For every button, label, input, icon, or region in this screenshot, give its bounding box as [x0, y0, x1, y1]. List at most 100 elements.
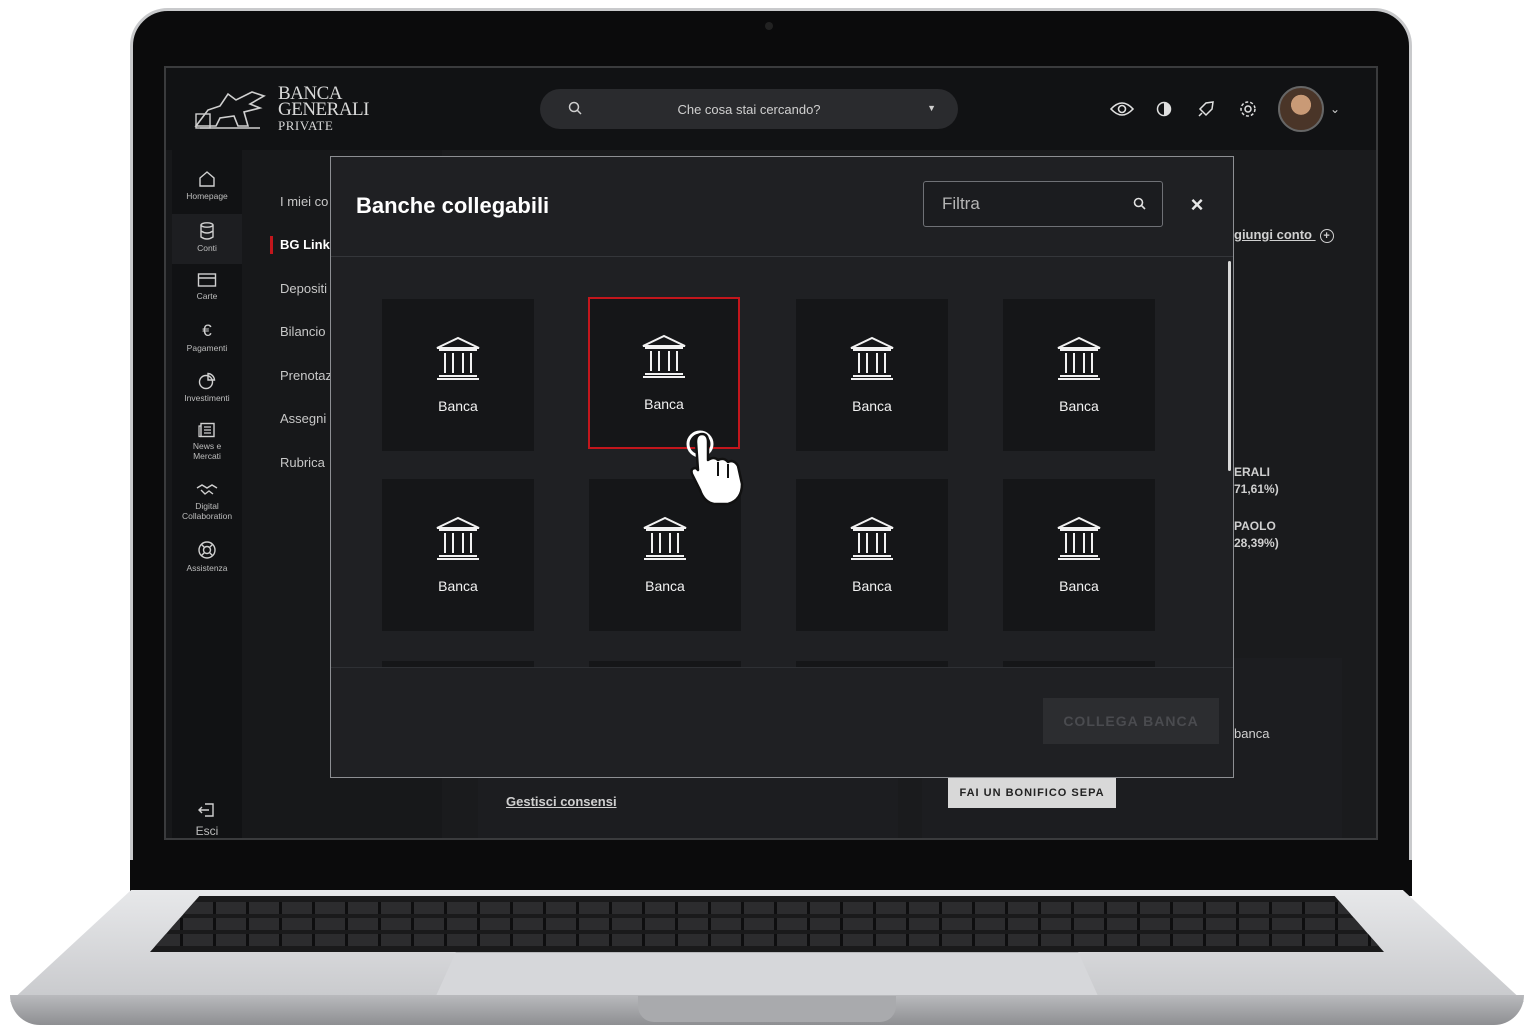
search-icon — [1133, 197, 1146, 210]
add-account-link[interactable]: giungi conto + — [1234, 227, 1334, 243]
legend-value: 28,39%) — [1234, 536, 1279, 550]
logo[interactable]: BANCA GENERALI PRIVATE — [190, 84, 369, 134]
sidebar-item-label: Conti — [197, 243, 217, 253]
handshake-icon — [196, 484, 218, 495]
sepa-transfer-button[interactable]: FAI UN BONIFICO SEPA — [948, 778, 1116, 808]
sidebar-item-conti[interactable]: Conti — [172, 214, 242, 264]
logout-icon — [198, 803, 214, 817]
sidebar-item-news[interactable]: News e Mercati — [172, 422, 242, 472]
logout-button[interactable]: Esci — [172, 802, 242, 838]
legend-label: ERALI — [1234, 465, 1270, 479]
connect-bank-button[interactable]: COLLEGA BANCA — [1043, 698, 1219, 744]
gear-icon[interactable] — [1236, 97, 1260, 121]
dropdown-caret-icon[interactable]: ▼ — [927, 103, 936, 113]
filter-input[interactable] — [924, 182, 1124, 226]
sidebar-item-homepage[interactable]: Homepage — [172, 170, 242, 214]
bank-tile[interactable]: Banca — [796, 479, 948, 631]
search-placeholder: Che cosa stai cercando? — [677, 101, 821, 117]
eye-icon[interactable] — [1109, 97, 1134, 121]
logo-line-2: GENERALI — [278, 99, 369, 120]
submenu-item-prenotazioni[interactable]: Prenotaz — [280, 368, 332, 383]
logout-label: Esci — [195, 824, 219, 838]
keyboard — [150, 896, 1384, 952]
bank-icon — [1057, 336, 1101, 380]
bank-icon — [643, 516, 687, 560]
key-row — [150, 902, 1384, 914]
submenu-item-bg-link[interactable]: BG Link — [280, 237, 330, 252]
bank-icon — [1057, 516, 1101, 560]
contrast-icon[interactable] — [1152, 97, 1176, 121]
submenu-item-depositi[interactable]: Depositi — [280, 281, 327, 296]
logo-line-3: PRIVATE — [278, 118, 334, 133]
sidebar-item-label: Assistenza — [186, 563, 228, 573]
sidebar-item-carte[interactable]: Carte — [172, 272, 242, 316]
bank-icon — [850, 336, 894, 380]
modal-title: Banche collegabili — [356, 193, 550, 218]
side-text: banca — [1234, 726, 1270, 741]
camera — [765, 22, 773, 30]
news-icon — [198, 422, 215, 438]
modal-header: Banche collegabili × — [331, 157, 1233, 257]
bank-label: Banca — [438, 398, 478, 414]
header-actions: ⌄ — [1109, 86, 1340, 132]
submenu-item-rubrica[interactable]: Rubrica — [280, 455, 325, 470]
add-account-label: giungi conto — [1234, 227, 1312, 242]
lifebuoy-icon — [198, 541, 216, 559]
bank-tile[interactable]: Banca — [382, 479, 534, 631]
close-icon[interactable]: × — [1187, 194, 1207, 216]
submenu-item-bilancio[interactable]: Bilancio — [280, 324, 326, 339]
lid-notch — [638, 996, 896, 1022]
hand-cursor-icon — [686, 430, 744, 506]
sidebar-item-digital-collaboration[interactable]: Digital Collaboration — [172, 482, 242, 532]
key-row — [150, 918, 1384, 930]
global-search[interactable]: Che cosa stai cercando? ▼ — [540, 89, 958, 129]
bank-label: Banca — [1059, 398, 1099, 414]
card-icon — [197, 273, 217, 287]
lion-logo-icon — [194, 91, 266, 129]
bank-label: Banca — [1059, 578, 1099, 594]
trackpad — [436, 952, 1098, 996]
pie-chart-icon — [198, 372, 216, 390]
bank-tile[interactable]: Banca — [1003, 479, 1155, 631]
logo-text: BANCA GENERALI PRIVATE — [278, 84, 369, 134]
sidebar-item-assistenza[interactable]: Assistenza — [172, 540, 242, 584]
laptop-mockup: BANCA GENERALI PRIVATE Che cosa stai cer… — [0, 0, 1534, 1025]
bank-label: Banca — [644, 396, 684, 412]
bank-label: Banca — [438, 578, 478, 594]
bank-grid: Banca Banca Banca Banca Banca Banca Banc… — [331, 257, 1233, 667]
bank-label: Banca — [852, 398, 892, 414]
manage-consents-link[interactable]: Gestisci consensi — [506, 794, 617, 809]
rocket-icon[interactable] — [1194, 97, 1218, 121]
legend-label: PAOLO — [1234, 519, 1276, 533]
chevron-down-icon[interactable]: ⌄ — [1330, 102, 1340, 116]
legend-value: 71,61%) — [1234, 482, 1279, 496]
sidebar-rail: Homepage Conti Carte € Pagamenti Investi… — [172, 150, 242, 838]
sidebar-item-label: Homepage — [186, 191, 228, 201]
bank-tile[interactable]: Banca — [796, 299, 948, 451]
bank-icon — [436, 516, 480, 560]
bank-icon — [642, 334, 686, 378]
submenu-item-assegni[interactable]: Assegni — [280, 411, 326, 426]
sidebar-item-pagamenti[interactable]: € Pagamenti — [172, 322, 242, 366]
scrollbar[interactable] — [1228, 261, 1231, 471]
sidebar-item-label: Carte — [196, 291, 218, 301]
avatar[interactable] — [1277, 86, 1324, 132]
modal-footer: COLLEGA BANCA — [331, 667, 1233, 777]
legend-item: PAOLO 28,39%) — [1234, 518, 1279, 552]
sidebar-item-label: Digital Collaboration — [181, 501, 233, 521]
database-icon — [200, 222, 214, 240]
home-icon — [199, 171, 215, 187]
sidebar-item-label: Pagamenti — [186, 343, 228, 353]
sidebar-item-label: News e Mercati — [192, 441, 222, 461]
bank-tile[interactable]: Banca — [1003, 299, 1155, 451]
sidebar-item-label: Investimenti — [184, 393, 230, 403]
sidebar-item-investimenti[interactable]: Investimenti — [172, 372, 242, 416]
bank-icon — [436, 336, 480, 380]
add-circle-icon: + — [1319, 229, 1334, 243]
submenu-item-miei-conti[interactable]: I miei co — [280, 194, 328, 209]
key-row — [150, 934, 1384, 946]
filter-field[interactable] — [923, 181, 1163, 227]
legend-item: ERALI 71,61%) — [1234, 464, 1279, 498]
bank-tile[interactable]: Banca — [382, 299, 534, 451]
bank-label: Banca — [852, 578, 892, 594]
